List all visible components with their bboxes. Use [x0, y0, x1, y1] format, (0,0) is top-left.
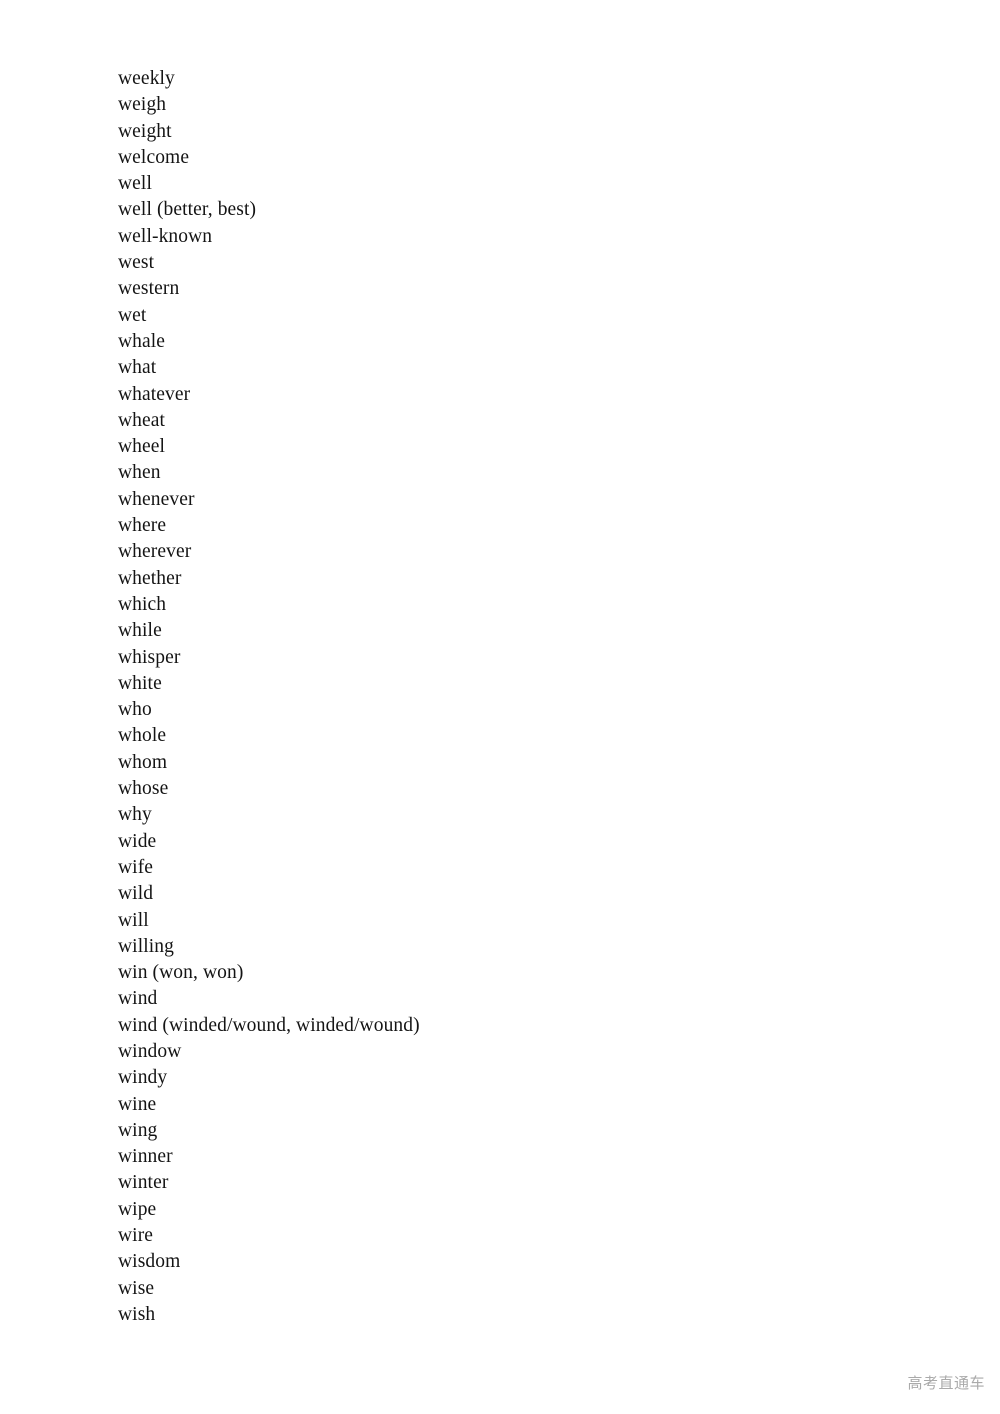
list-item: wind: [118, 988, 158, 1010]
list-item: windy: [118, 1067, 168, 1089]
list-item: wet: [118, 304, 147, 326]
list-item: wherever: [118, 541, 192, 563]
list-item: wisdom: [118, 1251, 181, 1273]
list-item: what: [118, 357, 157, 379]
list-item: whether: [118, 567, 182, 589]
list-item: wheat: [118, 409, 166, 431]
list-item: well (better, best): [118, 199, 257, 221]
list-item: wise: [118, 1277, 155, 1299]
list-item: wife: [118, 856, 154, 878]
list-item: wild: [118, 883, 154, 905]
list-item: window: [118, 1040, 182, 1062]
list-item: whose: [118, 778, 169, 800]
list-item: wine: [118, 1093, 157, 1115]
list-item: whole: [118, 725, 167, 747]
list-item: white: [118, 672, 162, 694]
list-item: whisper: [118, 646, 181, 668]
list-item: wheel: [118, 436, 166, 458]
list-item: whatever: [118, 383, 191, 405]
list-item: west: [118, 252, 155, 274]
list-item: when: [118, 462, 161, 484]
list-item: win (won, won): [118, 962, 244, 984]
list-item: winter: [118, 1172, 169, 1194]
list-item: weight: [118, 120, 172, 142]
list-item: wish: [118, 1303, 156, 1325]
list-item: wire: [118, 1225, 154, 1247]
list-item: wind (winded/wound, winded/wound): [118, 1014, 420, 1036]
list-item: which: [118, 593, 167, 615]
document-page: weekly weigh weight welcome well well (better…: [0, 0, 1000, 1414]
list-item: while: [118, 620, 162, 642]
list-item: weekly: [118, 68, 175, 89]
list-item: welcome: [118, 146, 190, 168]
list-item: wing: [118, 1119, 158, 1141]
list-item: willing: [118, 935, 174, 957]
vocabulary-word-list: weekly weigh weight welcome well well (better…: [118, 66, 938, 1328]
list-item: well-known: [118, 225, 213, 247]
list-item: wide: [118, 830, 157, 852]
list-item: whale: [118, 330, 166, 352]
list-item: western: [118, 278, 180, 300]
list-item: who: [118, 699, 152, 721]
list-item: where: [118, 515, 167, 537]
list-item: winner: [118, 1146, 173, 1168]
list-item: well: [118, 173, 152, 195]
list-item: whenever: [118, 488, 195, 510]
list-item: will: [118, 909, 149, 931]
list-item: wipe: [118, 1198, 157, 1220]
watermark-text: 高考直通车: [907, 1374, 985, 1392]
list-item: whom: [118, 751, 168, 773]
list-item: why: [118, 804, 152, 826]
list-item: weigh: [118, 94, 167, 116]
